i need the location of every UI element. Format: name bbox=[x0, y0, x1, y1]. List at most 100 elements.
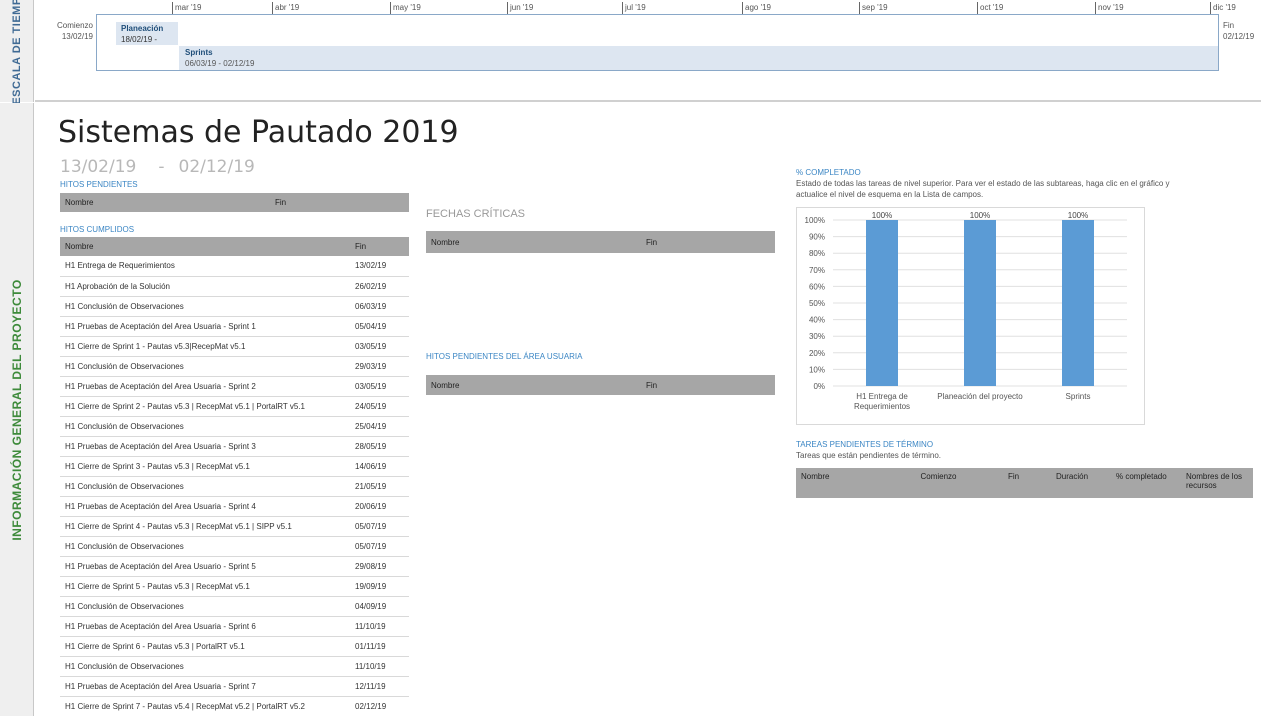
col-fin[interactable]: Fin bbox=[270, 193, 409, 212]
table-row[interactable]: H1 Aprobación de la Solución 26/02/19 bbox=[60, 276, 409, 297]
table-row[interactable]: H1 Cierre de Sprint 2 - Pautas v5.3 | Re… bbox=[60, 396, 409, 417]
hito-fin[interactable]: 02/12/19 bbox=[350, 696, 409, 716]
tareas-col-header[interactable]: % completado bbox=[1111, 468, 1181, 498]
table-row[interactable]: H1 Pruebas de Aceptación del Area Usuari… bbox=[60, 436, 409, 457]
hito-fin[interactable]: 12/11/19 bbox=[350, 676, 409, 697]
timeline-task-sprints[interactable]: Sprints 06/03/19 - 02/12/19 bbox=[179, 46, 1218, 70]
tareas-pendientes-table[interactable]: Nombre Comienzo Fin Duración% completado Nom… bbox=[796, 468, 1253, 498]
timeline[interactable]: mar '19 abr '19 may '19 jun '19 jul '19 ago '… bbox=[35, 0, 1261, 102]
completado-chart[interactable]: 0% 10% 20% 30% 40% 50% 60% 70% 80% 90% 100% 100% H1 … bbox=[796, 207, 1145, 425]
hito-fin[interactable]: 05/07/19 bbox=[350, 536, 409, 557]
hitos-usuaria-table[interactable]: Nombre Fin bbox=[426, 375, 775, 395]
table-row[interactable]: H1 Pruebas de Aceptación del Area Usuari… bbox=[60, 676, 409, 697]
hito-nombre[interactable]: H1 Cierre de Sprint 4 - Pautas v5.3 | Re… bbox=[60, 516, 350, 537]
hito-fin[interactable]: 05/07/19 bbox=[350, 516, 409, 537]
table-row[interactable]: H1 Cierre de Sprint 1 - Pautas v5.3|Rece… bbox=[60, 336, 409, 357]
hito-fin[interactable]: 03/05/19 bbox=[350, 376, 409, 397]
table-row[interactable]: H1 Conclusión de Observaciones 21/05/19 bbox=[60, 476, 409, 497]
hito-nombre[interactable]: H1 Cierre de Sprint 5 - Pautas v5.3 | Re… bbox=[60, 576, 350, 597]
hito-nombre[interactable]: H1 Conclusión de Observaciones bbox=[60, 476, 350, 497]
table-row[interactable]: H1 Conclusión de Observaciones 29/03/19 bbox=[60, 356, 409, 377]
hito-nombre[interactable]: H1 Pruebas de Aceptación del Area Usuari… bbox=[60, 496, 350, 517]
table-row[interactable]: H1 Pruebas de Aceptación del Area Usuari… bbox=[60, 556, 409, 577]
hito-nombre[interactable]: H1 Pruebas de Aceptación del Area Usuari… bbox=[60, 616, 350, 637]
table-row[interactable]: H1 Conclusión de Observaciones 04/09/19 bbox=[60, 596, 409, 617]
timeline-month-label: nov '19 bbox=[1095, 2, 1124, 14]
tareas-col-header[interactable]: Duración bbox=[1051, 468, 1111, 498]
hito-nombre[interactable]: H1 Cierre de Sprint 6 - Pautas v5.3 | Po… bbox=[60, 636, 350, 657]
table-row[interactable]: H1 Entrega de Requerimientos 13/02/19 bbox=[60, 256, 409, 277]
hito-nombre[interactable]: H1 Conclusión de Observaciones bbox=[60, 656, 350, 677]
hito-nombre[interactable]: H1 Pruebas de Aceptación del Area Usuari… bbox=[60, 556, 350, 577]
table-row[interactable]: H1 Conclusión de Observaciones 11/10/19 bbox=[60, 656, 409, 677]
col-nombre[interactable]: Nombre bbox=[426, 375, 641, 395]
hito-nombre[interactable]: H1 Cierre de Sprint 2 - Pautas v5.3 | Re… bbox=[60, 396, 350, 417]
col-nombre[interactable]: Nombre bbox=[426, 231, 641, 253]
hito-fin[interactable]: 24/05/19 bbox=[350, 396, 409, 417]
hito-fin[interactable]: 06/03/19 bbox=[350, 296, 409, 317]
tareas-col-header[interactable]: Nombres de los recursos bbox=[1181, 468, 1253, 498]
chart-bar[interactable] bbox=[1062, 220, 1094, 386]
col-nombre[interactable]: Nombre bbox=[60, 237, 350, 256]
hito-fin[interactable]: 05/04/19 bbox=[350, 316, 409, 337]
hito-nombre[interactable]: H1 Pruebas de Aceptación del Area Usuari… bbox=[60, 316, 350, 337]
table-row[interactable]: H1 Pruebas de Aceptación del Area Usuari… bbox=[60, 376, 409, 397]
hito-nombre[interactable]: H1 Conclusión de Observaciones bbox=[60, 356, 350, 377]
col-fin[interactable]: Fin bbox=[350, 237, 409, 256]
timeline-task-planeacion[interactable]: Planeación 18/02/19 - bbox=[116, 22, 178, 45]
hito-fin[interactable]: 29/03/19 bbox=[350, 356, 409, 377]
table-row[interactable]: H1 Cierre de Sprint 3 - Pautas v5.3 | Re… bbox=[60, 456, 409, 477]
hito-nombre[interactable]: H1 Conclusión de Observaciones bbox=[60, 596, 350, 617]
hito-fin[interactable]: 21/05/19 bbox=[350, 476, 409, 497]
fechas-criticas-table[interactable]: Nombre Fin bbox=[426, 231, 775, 253]
timeline-end: Fin 02/12/19 bbox=[1223, 20, 1254, 42]
hito-fin[interactable]: 28/05/19 bbox=[350, 436, 409, 457]
hito-nombre[interactable]: H1 Entrega de Requerimientos bbox=[60, 256, 350, 277]
hito-fin[interactable]: 19/09/19 bbox=[350, 576, 409, 597]
hito-fin[interactable]: 04/09/19 bbox=[350, 596, 409, 617]
table-row[interactable]: H1 Cierre de Sprint 5 - Pautas v5.3 | Re… bbox=[60, 576, 409, 597]
chart-bar[interactable] bbox=[866, 220, 898, 386]
timeline-month-label: abr '19 bbox=[272, 2, 299, 14]
table-row[interactable]: H1 Pruebas de Aceptación del Area Usuari… bbox=[60, 316, 409, 337]
hito-fin[interactable]: 26/02/19 bbox=[350, 276, 409, 297]
hito-nombre[interactable]: H1 Aprobación de la Solución bbox=[60, 276, 350, 297]
hito-fin[interactable]: 11/10/19 bbox=[350, 616, 409, 637]
hito-nombre[interactable]: H1 Cierre de Sprint 7 - Pautas v5.4 | Re… bbox=[60, 696, 350, 716]
col-fin[interactable]: Fin bbox=[641, 375, 775, 395]
hito-fin[interactable]: 29/08/19 bbox=[350, 556, 409, 577]
hito-nombre[interactable]: H1 Pruebas de Aceptación del Area Usuari… bbox=[60, 436, 350, 457]
hito-fin[interactable]: 14/06/19 bbox=[350, 456, 409, 477]
chart-bar[interactable] bbox=[964, 220, 996, 386]
tareas-col-header[interactable]: Nombre bbox=[796, 468, 901, 498]
hito-fin[interactable]: 20/06/19 bbox=[350, 496, 409, 517]
table-row[interactable]: H1 Conclusión de Observaciones 25/04/19 bbox=[60, 416, 409, 437]
hitos-cumplidos-table[interactable]: Nombre Fin H1 Entrega de Requerimientos 1… bbox=[60, 237, 409, 716]
col-nombre[interactable]: Nombre bbox=[60, 193, 270, 212]
hito-fin[interactable]: 11/10/19 bbox=[350, 656, 409, 677]
hito-nombre[interactable]: H1 Pruebas de Aceptación del Area Usuari… bbox=[60, 376, 350, 397]
table-row[interactable]: H1 Conclusión de Observaciones 06/03/19 bbox=[60, 296, 409, 317]
col-fin[interactable]: Fin bbox=[641, 231, 775, 253]
table-row[interactable]: H1 Pruebas de Aceptación del Area Usuari… bbox=[60, 616, 409, 637]
tareas-col-header[interactable]: Comienzo bbox=[901, 468, 976, 498]
hitos-pendientes-table[interactable]: Nombre Fin bbox=[60, 193, 409, 212]
completado-description: Estado de todas las tareas de nivel supe… bbox=[796, 179, 1170, 199]
hito-fin[interactable]: 03/05/19 bbox=[350, 336, 409, 357]
hito-nombre[interactable]: H1 Conclusión de Observaciones bbox=[60, 296, 350, 317]
hito-nombre[interactable]: H1 Cierre de Sprint 3 - Pautas v5.3 | Re… bbox=[60, 456, 350, 477]
table-row[interactable]: H1 Conclusión de Observaciones 05/07/19 bbox=[60, 536, 409, 557]
hito-nombre[interactable]: H1 Cierre de Sprint 1 - Pautas v5.3|Rece… bbox=[60, 336, 350, 357]
tareas-col-header[interactable]: Fin bbox=[976, 468, 1051, 498]
table-row[interactable]: H1 Pruebas de Aceptación del Area Usuari… bbox=[60, 496, 409, 517]
table-row[interactable]: H1 Cierre de Sprint 7 - Pautas v5.4 | Re… bbox=[60, 696, 409, 716]
hito-fin[interactable]: 25/04/19 bbox=[350, 416, 409, 437]
date-separator: - bbox=[158, 157, 165, 177]
hito-nombre[interactable]: H1 Conclusión de Observaciones bbox=[60, 536, 350, 557]
hito-nombre[interactable]: H1 Pruebas de Aceptación del Area Usuari… bbox=[60, 676, 350, 697]
hito-fin[interactable]: 13/02/19 bbox=[350, 256, 409, 277]
hito-fin[interactable]: 01/11/19 bbox=[350, 636, 409, 657]
hito-nombre[interactable]: H1 Conclusión de Observaciones bbox=[60, 416, 350, 437]
table-row[interactable]: H1 Cierre de Sprint 6 - Pautas v5.3 | Po… bbox=[60, 636, 409, 657]
table-row[interactable]: H1 Cierre de Sprint 4 - Pautas v5.3 | Re… bbox=[60, 516, 409, 537]
